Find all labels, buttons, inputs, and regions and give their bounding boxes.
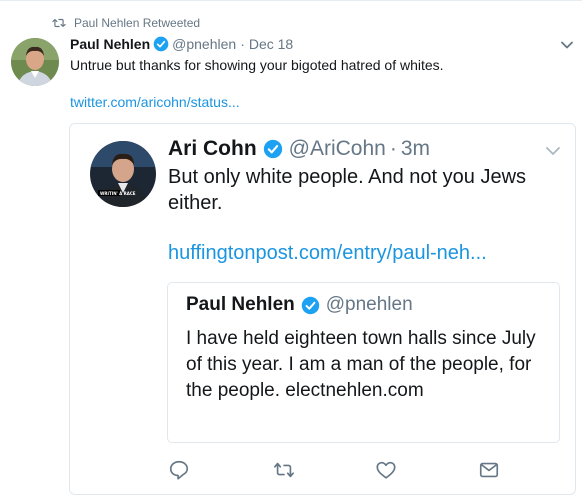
nested-quote-header: Paul Nehlen @pnehlen [186, 294, 413, 316]
retweet-small-icon [52, 18, 66, 28]
nested-author-handle[interactable]: @pnehlen [326, 294, 413, 316]
author-handle[interactable]: @pnehlen [172, 36, 236, 52]
direct-message-button[interactable] [477, 458, 501, 482]
chevron-down-icon[interactable] [544, 142, 562, 160]
quote-avatar[interactable]: WRITIN' A RACE [90, 141, 156, 207]
separator: · [389, 137, 397, 160]
avatar[interactable] [11, 38, 59, 86]
quote-author-name[interactable]: Ari Cohn [168, 137, 257, 161]
quote-text: But only white people. And not you Jews … [168, 166, 527, 214]
tweet-text: Untrue but thanks for showing your bigot… [70, 57, 444, 73]
like-icon [376, 461, 396, 479]
retweet-label: Paul Nehlen Retweeted [74, 16, 201, 30]
verified-badge-icon [301, 296, 319, 314]
retweet-icon [274, 462, 294, 478]
chevron-down-icon[interactable] [560, 38, 574, 52]
avatar-overlay-text: WRITIN' A RACE [100, 191, 136, 196]
retweet-button[interactable] [272, 458, 296, 482]
quote-avatar-photo: WRITIN' A RACE [90, 141, 156, 207]
action-bar [167, 458, 567, 482]
separator: · [240, 36, 245, 52]
quoted-tweet[interactable]: WRITIN' A RACE Ari Cohn @AriCohn · 3m Bu… [69, 123, 576, 495]
nested-quote-text: I have held eighteen town halls since Ju… [186, 328, 536, 401]
avatar-photo [11, 38, 59, 86]
nested-author-name[interactable]: Paul Nehlen [186, 294, 295, 316]
verified-badge-icon [153, 36, 169, 52]
verified-badge-icon [263, 139, 282, 159]
reply-button[interactable] [167, 458, 191, 482]
divider [0, 0, 582, 1]
nested-quoted-tweet[interactable]: Paul Nehlen @pnehlen I have held eightee… [167, 282, 560, 443]
tweet-link[interactable]: twitter.com/aricohn/status... [70, 94, 240, 110]
quote-time[interactable]: 3m [401, 137, 430, 161]
quote-link[interactable]: huffingtonpost.com/entry/paul-neh... [168, 242, 487, 265]
tweet-date[interactable]: Dec 18 [249, 36, 293, 52]
like-button[interactable] [374, 458, 398, 482]
retweet-context[interactable]: Paul Nehlen Retweeted [52, 14, 200, 32]
quote-author-handle[interactable]: @AriCohn [289, 137, 386, 161]
tweet-header: Paul Nehlen @pnehlen · Dec 18 [70, 36, 293, 52]
direct-message-icon [479, 462, 499, 478]
quote-header: Ari Cohn @AriCohn · 3m [168, 137, 430, 161]
reply-icon [169, 460, 189, 480]
author-name[interactable]: Paul Nehlen [70, 36, 150, 52]
